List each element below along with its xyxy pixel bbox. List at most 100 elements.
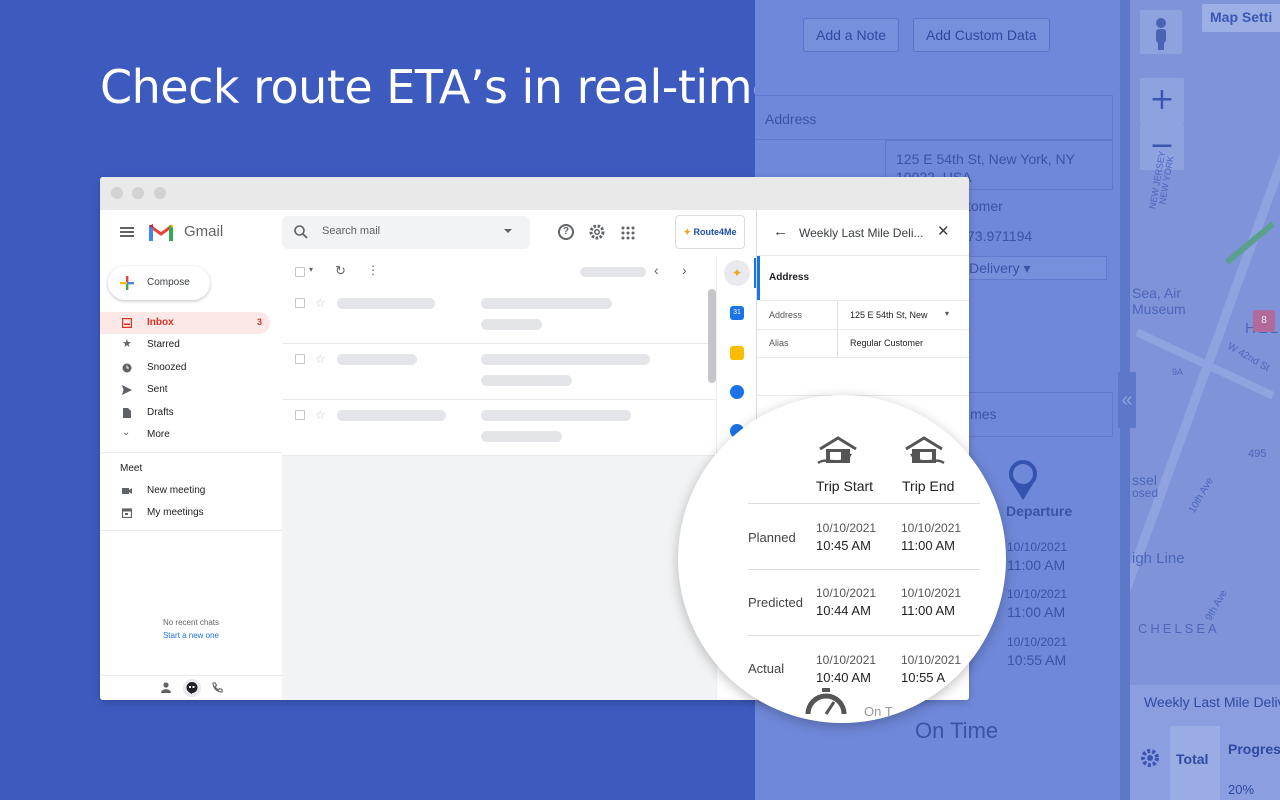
map-label: 495	[1248, 448, 1267, 460]
mail-row[interactable]: ☆	[282, 400, 716, 456]
settings-gear-icon[interactable]	[588, 223, 606, 241]
predicted-end-time: 11:00 AM	[901, 603, 955, 618]
mail-row[interactable]: ☆	[282, 344, 716, 400]
compose-plus-icon	[120, 276, 134, 290]
nav-sent[interactable]: Sent	[100, 379, 270, 401]
close-icon[interactable]: ✕	[937, 222, 950, 240]
mail-row[interactable]: ☆	[282, 288, 716, 344]
bg-phone: 73.971194	[967, 228, 1033, 244]
clock-icon	[122, 363, 132, 373]
search-icon[interactable]	[294, 225, 308, 239]
new-meeting-item[interactable]: New meeting	[100, 480, 270, 502]
route4me-badge[interactable]: ✦ Route4Me	[675, 215, 745, 249]
mail-scrollbar[interactable]	[708, 289, 716, 383]
window-close-dot[interactable]	[111, 187, 123, 199]
mail-toolbar: ▾ ↻ ⋮ ‹ ›	[282, 256, 716, 288]
gmail-logo-icon	[149, 224, 173, 241]
row-checkbox[interactable]	[295, 354, 305, 364]
nav-snoozed-label: Snoozed	[147, 362, 187, 373]
phone-icon[interactable]	[212, 682, 223, 693]
window-titlebar	[100, 177, 969, 210]
actual-start-date: 10/10/2021	[816, 653, 877, 667]
compose-button[interactable]: Compose	[108, 266, 210, 300]
refresh-icon[interactable]: ↻	[335, 263, 346, 279]
nav-drafts[interactable]: Drafts	[100, 402, 270, 424]
map-label: 9th Ave	[1203, 588, 1230, 623]
keep-addon-icon[interactable]	[730, 346, 744, 360]
nav-more[interactable]: ⌄ More	[100, 424, 270, 446]
map-label: Museum	[1132, 301, 1186, 317]
my-meetings-item[interactable]: My meetings	[100, 502, 270, 524]
route4me-addon-icon[interactable]: ✦	[724, 260, 750, 286]
map-label: Sea, Air	[1132, 285, 1182, 301]
row-checkbox[interactable]	[295, 410, 305, 420]
route4me-brand-label: Route4Me	[693, 227, 737, 237]
select-dropdown-icon[interactable]: ▾	[309, 265, 313, 274]
trip-start-icon	[817, 436, 857, 465]
section-indicator	[757, 256, 760, 300]
start-new-chat-link[interactable]: Start a new one	[100, 631, 282, 640]
hamburger-menu-icon[interactable]	[120, 227, 134, 237]
actual-row-label: Actual	[748, 661, 785, 676]
sidebar-divider	[100, 452, 282, 453]
gmail-app-name: Gmail	[184, 223, 224, 240]
contacts-person-icon[interactable]	[161, 682, 171, 693]
more-vert-icon[interactable]: ⋮	[367, 263, 379, 277]
bg-times-label: imes	[967, 406, 997, 422]
nav-inbox[interactable]: Inbox 3	[100, 312, 270, 334]
map-label: 10th Ave	[1186, 475, 1216, 516]
search-bar[interactable]: Search mail	[282, 216, 530, 249]
row-star-icon[interactable]: ☆	[315, 353, 326, 365]
bg-customer-label: tomer	[967, 198, 1003, 214]
pegman-icon	[1156, 18, 1166, 50]
window-zoom-dot[interactable]	[154, 187, 166, 199]
map-label: W 42nd St	[1225, 341, 1272, 374]
addon-divider	[757, 255, 969, 256]
nav-drafts-label: Drafts	[147, 407, 174, 418]
search-options-icon[interactable]	[504, 229, 512, 233]
address-dropdown-icon[interactable]: ▾	[945, 309, 949, 318]
nav-more-label: More	[147, 429, 170, 440]
map-pin: 8	[1253, 310, 1275, 332]
address-field-value[interactable]: 125 E 54th St, New	[850, 310, 928, 320]
next-page-icon[interactable]: ›	[682, 262, 687, 278]
trip-end-header: Trip End	[902, 478, 955, 494]
zoom-in-button: +	[1140, 78, 1184, 124]
planned-end-date: 10/10/2021	[901, 521, 962, 535]
window-minimize-dot[interactable]	[132, 187, 144, 199]
calendar-addon-icon[interactable]: 31	[730, 306, 744, 320]
bg-progress-label: Progres	[1228, 741, 1280, 757]
pagination-placeholder	[580, 267, 646, 277]
address-section-title: Address	[769, 272, 810, 283]
back-arrow-icon[interactable]: ←	[773, 223, 788, 240]
apps-grid-icon[interactable]	[621, 226, 635, 240]
row-star-icon[interactable]: ☆	[315, 409, 326, 421]
predicted-start-date: 10/10/2021	[816, 586, 877, 600]
addon-divider	[757, 357, 969, 358]
nav-sent-label: Sent	[147, 384, 168, 395]
hangouts-tab[interactable]	[183, 679, 201, 697]
snippet-placeholder	[481, 431, 562, 442]
nav-starred[interactable]: ★ Starred	[100, 334, 270, 356]
predicted-end-date: 10/10/2021	[901, 586, 962, 600]
trip-end-icon	[905, 436, 945, 465]
video-camera-icon	[122, 488, 132, 494]
tasks-addon-icon[interactable]	[730, 385, 744, 399]
actual-end-time: 10:55 A	[901, 670, 946, 685]
star-icon: ★	[122, 338, 132, 350]
nav-snoozed[interactable]: Snoozed	[100, 357, 270, 379]
row-star-icon[interactable]: ☆	[315, 297, 326, 309]
planned-start-time: 10:45 AM	[816, 538, 871, 553]
mail-list-area: ▾ ↻ ⋮ ‹ › ☆ ☆ ☆	[282, 256, 716, 700]
sidebar-divider	[100, 675, 282, 676]
addon-divider	[757, 300, 969, 301]
chevron-down-icon: ⌄	[122, 427, 131, 438]
map-label: 9A	[1172, 367, 1184, 377]
bg-on-time-label: On Time	[915, 718, 999, 743]
prev-page-icon[interactable]: ‹	[654, 262, 659, 278]
inbox-unread-count: 3	[256, 317, 262, 327]
search-input[interactable]: Search mail	[322, 225, 380, 237]
select-all-checkbox[interactable]	[295, 267, 305, 277]
help-icon[interactable]: ?	[558, 224, 574, 240]
row-checkbox[interactable]	[295, 298, 305, 308]
